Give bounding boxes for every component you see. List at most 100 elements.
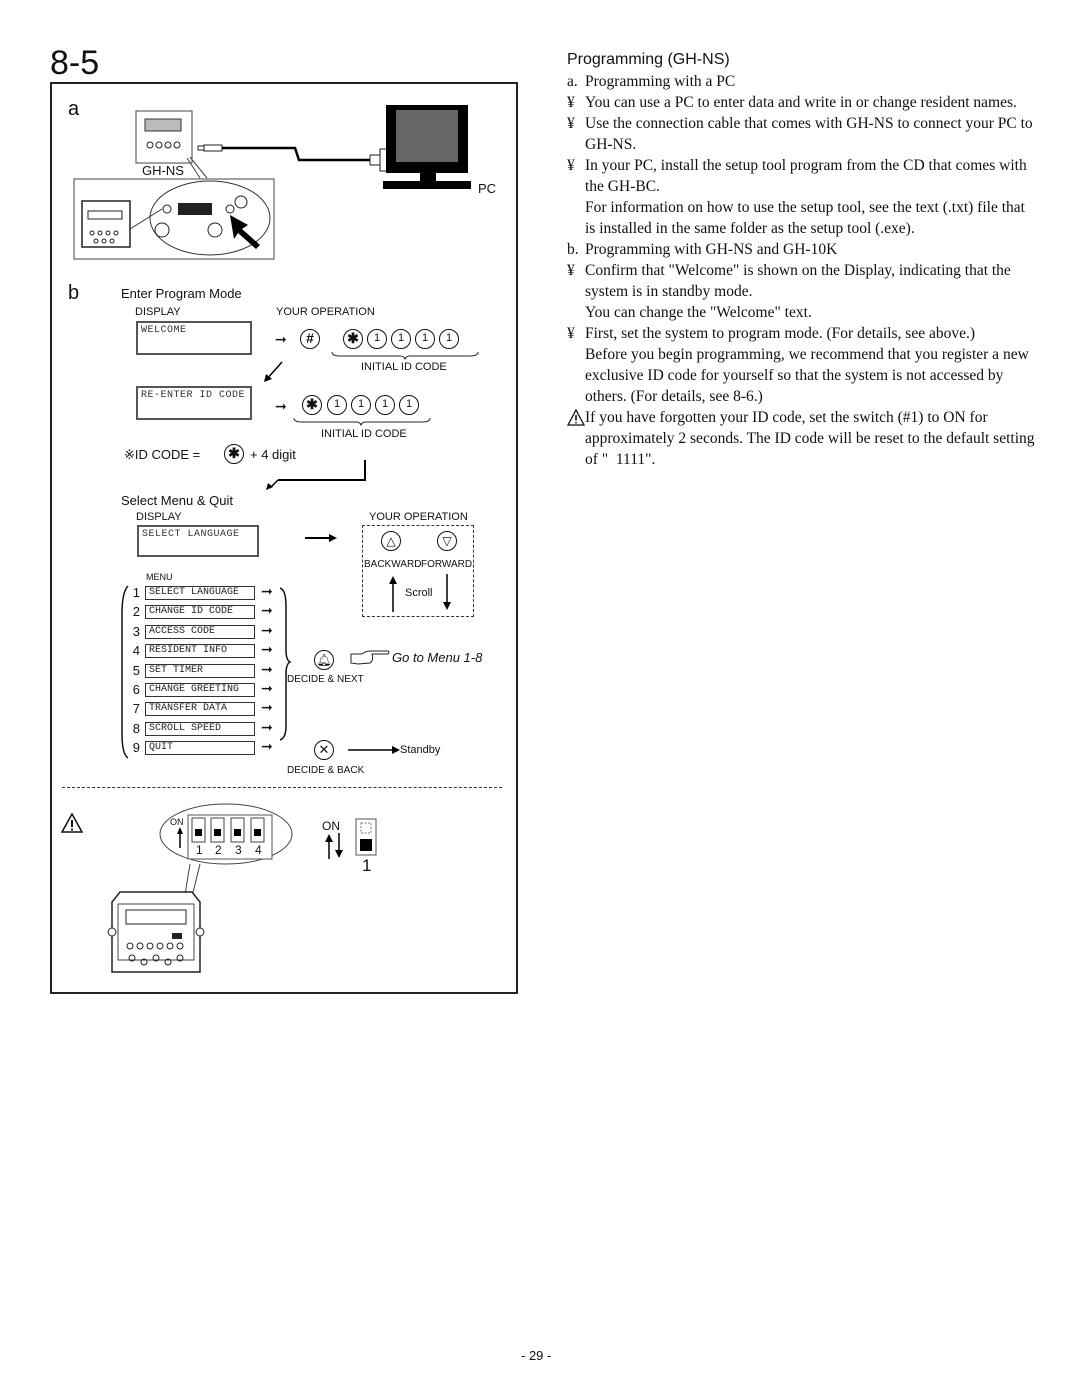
initial-id-code-label: INITIAL ID CODE [361,361,447,373]
star-key-icon: ✱ [343,329,363,349]
arrow-down-left-icon [264,361,283,382]
instructions: a. Programming with a PC ¥ You can use a P… [567,71,1037,470]
digit-key-icon: 1 [391,329,411,349]
menu-item: SELECT LANGUAGE [145,586,255,600]
decide-back-label: DECIDE & BACK [287,765,365,776]
up-down-arrows-icon [325,833,343,859]
bullet-a3: ¥ In your PC, install the setup tool prog… [567,157,1027,195]
menu-item-number: 8 [132,720,140,736]
digit-key-icon: 1 [375,395,395,415]
menu-item: CHANGE ID CODE [145,605,255,620]
pc-connection-illustration [73,105,471,260]
arrow-right-icon: ➞ [261,621,273,638]
menu-item: SCROLL SPEED [145,721,255,736]
menu-item-number: 5 [132,662,140,678]
gh-ns-label: GH-NS [142,163,184,178]
digit-key-icon: 1 [351,395,371,415]
your-operation-header: YOUR OPERATION [369,511,468,523]
warning-note: If you have forgotten your ID code, set … [567,407,1037,470]
brace-icon [331,351,479,360]
digit-key-icon: 1 [439,329,459,349]
arrow-right-icon: ➞ [261,718,273,735]
arrow-right-icon: ➞ [275,331,287,347]
item-a: a. Programming with a PC [567,73,736,90]
menu-item-number: 7 [132,701,140,717]
arrow-right-icon: ➞ [261,641,273,658]
scroll-operation-box [362,525,474,617]
section-divider [62,787,502,788]
warning-icon [61,813,83,833]
menu-item-number: 9 [132,740,140,756]
arrow-right-icon: ➞ [261,660,273,677]
scroll-label: Scroll [405,587,433,599]
bullet-marker: ¥ [567,262,575,279]
bullet-b1: ¥ Confirm that "Welcome" is shown on the … [567,262,1011,300]
forward-label: FORWARD [421,559,473,570]
menu-item: CHANGE GREETING [145,683,255,697]
menu-item-number: 2 [132,604,140,620]
scroll-up-arrow-icon [389,576,397,612]
section-heading: Programming (GH-NS) [567,51,730,68]
bullet-marker: ¥ [567,94,575,111]
menu-item-number: 6 [132,682,140,697]
menu-header: MENU [146,572,173,582]
bullet-a1: ¥ You can use a PC to enter data and writ… [567,94,1017,111]
pc-monitor-icon [383,105,471,189]
brace-icon [293,417,431,426]
dip-number-4: 4 [255,843,262,857]
note-b1: You can change the "Welcome" text. [585,304,812,321]
dip-number-3: 3 [235,843,242,857]
digit-key-icon: 1 [367,329,387,349]
id-code-note-prefix: ※ID CODE = [124,447,201,462]
part-b-letter: b [68,282,80,304]
digit-key-icon: 1 [399,395,419,415]
pointing-hand-icon [350,650,390,665]
menu-item: TRANSFER DATA [145,702,255,717]
single-switch-number: 1 [362,856,372,875]
up-key-icon: △ [381,531,401,551]
decide-next-label: DECIDE & NEXT [287,674,364,685]
item-b: b. Programming with GH-NS and GH-10K [567,241,838,258]
item-a-text: Programming with a PC [585,73,736,90]
bullet-b2: ¥ First, set the system to program mode. … [567,325,976,342]
standby-label: Standby [400,744,441,756]
single-switch-icon [355,818,377,856]
digit-key-icon: 1 [415,329,435,349]
down-key-icon: ▽ [437,531,457,551]
digit-key-icon: 1 [327,395,347,415]
arrow-right-icon: ➞ [261,680,273,696]
menu-item-number: 1 [132,585,140,600]
menu-item: ACCESS CODE [145,624,255,639]
section-number: 8-5 [50,44,100,82]
pc-label: PC [478,181,497,196]
note-a: For information on how to use the setup … [585,199,1025,237]
display-header: DISPLAY [135,306,181,318]
arrow-right-icon: ➞ [261,738,273,755]
go-to-menu-text: Go to Menu 1-8 [392,650,483,665]
select-menu-title: Select Menu & Quit [121,493,233,508]
lcd-select-language: SELECT LANGUAGE [137,525,259,557]
intercom-panel-icon [107,891,205,973]
warning-icon [567,409,585,426]
gh-ns-device-icon [135,110,193,164]
star-key-icon: ✱ [302,395,322,415]
arrow-right-icon: ➞ [261,583,273,599]
lcd-re-enter-id-code: RE-ENTER ID CODE [136,386,252,420]
menu-item-number: 3 [132,623,140,639]
bullet-marker: ¥ [567,115,575,132]
bell-key-icon: 🔔︎ [314,650,334,670]
item-b-text: Programming with GH-NS and GH-10K [585,241,838,258]
initial-id-code-label: INITIAL ID CODE [321,428,407,440]
dip-switch-illustration [107,803,293,973]
arrow-right-icon: ➞ [261,602,273,619]
arrow-right-icon [305,534,337,542]
bullet-a2: ¥ Use the connection cable that comes wit… [567,115,1033,153]
arrow-right-icon: ➞ [275,398,287,414]
dip-number-1: 1 [196,843,203,857]
star-key-icon: ✱ [224,444,244,464]
lcd-welcome: WELCOME [136,321,252,355]
menu-item-number: 4 [132,643,140,659]
display-header: DISPLAY [136,511,182,523]
bullet-marker: ¥ [567,325,575,342]
bullet-marker: ¥ [567,157,575,174]
